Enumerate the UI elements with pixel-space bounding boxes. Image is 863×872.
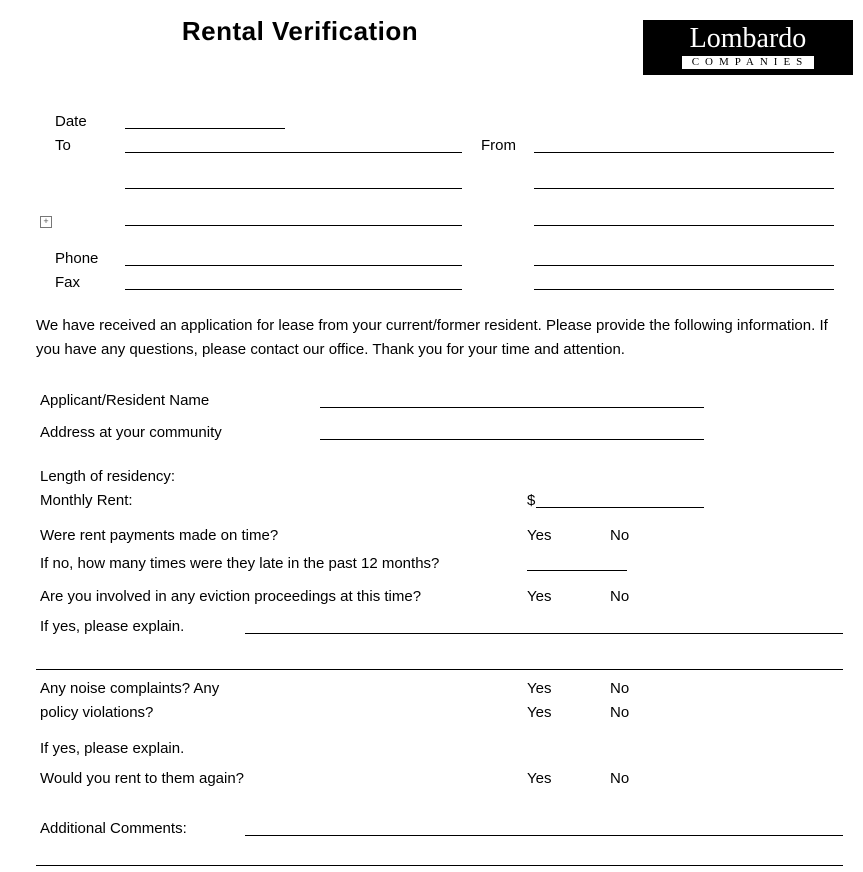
comments-label: Additional Comments: xyxy=(40,820,187,837)
from-label: From xyxy=(481,137,516,154)
policy-label: policy violations? xyxy=(40,704,153,721)
late-field[interactable] xyxy=(527,570,627,571)
logo-line1: Lombardo xyxy=(690,25,807,53)
rent-prefix: $ xyxy=(527,492,535,509)
logo-line2: COMPANIES xyxy=(682,56,815,69)
policy-no[interactable]: No xyxy=(610,704,629,721)
noise-yes[interactable]: Yes xyxy=(527,680,551,697)
from-field-2[interactable] xyxy=(534,188,834,189)
ontime-yes[interactable]: Yes xyxy=(527,527,551,544)
rentagain-yes[interactable]: Yes xyxy=(527,770,551,787)
rent-field[interactable] xyxy=(536,507,704,508)
noise-label: Any noise complaints? Any xyxy=(40,680,219,697)
page-title: Rental Verification xyxy=(0,16,600,47)
fax-label: Fax xyxy=(55,274,80,291)
ontime-no[interactable]: No xyxy=(610,527,629,544)
divider-2 xyxy=(36,865,843,866)
noise-no[interactable]: No xyxy=(610,680,629,697)
applicant-field[interactable] xyxy=(320,407,704,408)
from-field-4[interactable] xyxy=(534,265,834,266)
plus-icon: + xyxy=(40,216,52,228)
from-field-5[interactable] xyxy=(534,289,834,290)
eviction-no[interactable]: No xyxy=(610,588,629,605)
rentagain-no[interactable]: No xyxy=(610,770,629,787)
ontime-label: Were rent payments made on time? xyxy=(40,527,278,544)
rentagain-label: Would you rent to them again? xyxy=(40,770,244,787)
intro-text: We have received an application for leas… xyxy=(36,314,843,362)
to-field-2[interactable] xyxy=(125,188,462,189)
phone-label: Phone xyxy=(55,250,98,267)
address-label: Address at your community xyxy=(40,424,222,441)
explain1-field[interactable] xyxy=(245,633,843,634)
divider-1 xyxy=(36,669,843,670)
logo: Lombardo COMPANIES xyxy=(643,20,853,75)
to-field-1[interactable] xyxy=(125,152,462,153)
address-field[interactable] xyxy=(320,439,704,440)
from-field-1[interactable] xyxy=(534,152,834,153)
length-label: Length of residency: xyxy=(40,468,175,485)
eviction-yes[interactable]: Yes xyxy=(527,588,551,605)
rent-label: Monthly Rent: xyxy=(40,492,133,509)
to-label: To xyxy=(55,137,71,154)
policy-yes[interactable]: Yes xyxy=(527,704,551,721)
phone-field[interactable] xyxy=(125,265,462,266)
explain2-label: If yes, please explain. xyxy=(40,740,184,757)
to-field-3[interactable] xyxy=(125,225,462,226)
date-label: Date xyxy=(55,113,87,130)
eviction-label: Are you involved in any eviction proceed… xyxy=(40,588,421,605)
from-field-3[interactable] xyxy=(534,225,834,226)
date-field[interactable] xyxy=(125,128,285,129)
explain1-label: If yes, please explain. xyxy=(40,618,184,635)
late-label: If no, how many times were they late in … xyxy=(40,555,439,572)
fax-field[interactable] xyxy=(125,289,462,290)
comments-field[interactable] xyxy=(245,835,843,836)
applicant-label: Applicant/Resident Name xyxy=(40,392,209,409)
